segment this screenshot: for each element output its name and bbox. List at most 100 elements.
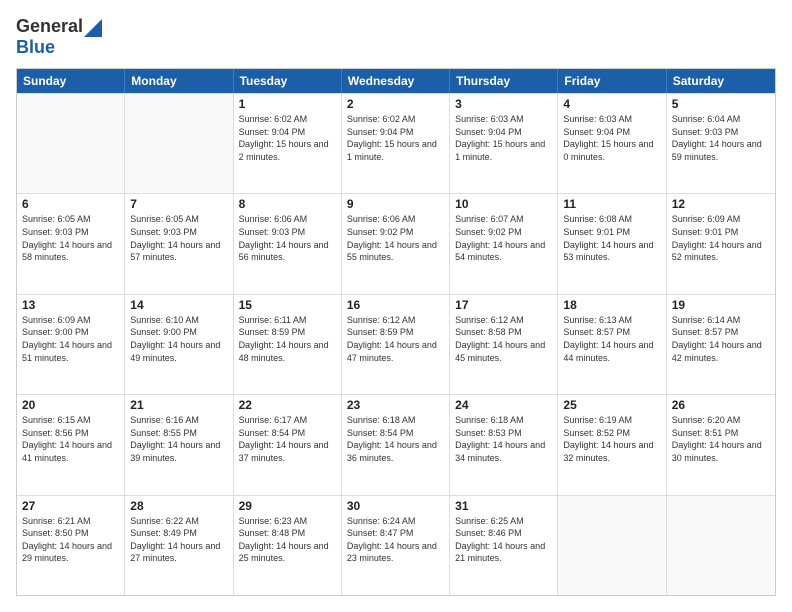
- day-number: 11: [563, 197, 660, 211]
- calendar-body: 1 Sunrise: 6:02 AM Sunset: 9:04 PM Daylig…: [17, 93, 775, 595]
- calendar-cell: [125, 94, 233, 193]
- header: General Blue: [16, 16, 776, 58]
- sun-info: Sunrise: 6:09 AM Sunset: 9:01 PM Dayligh…: [672, 213, 770, 263]
- calendar-cell: 17 Sunrise: 6:12 AM Sunset: 8:58 PM Dayli…: [450, 295, 558, 394]
- sun-info: Sunrise: 6:15 AM Sunset: 8:56 PM Dayligh…: [22, 414, 119, 464]
- calendar-cell: 18Sunrise: 6:13 AM Sunset: 8:57 PM Dayli…: [558, 295, 666, 394]
- day-number: 8: [239, 197, 336, 211]
- day-number: 4: [563, 97, 660, 111]
- calendar-header-cell: Tuesday: [234, 69, 342, 93]
- day-number: 3: [455, 97, 552, 111]
- calendar-cell: 30 Sunrise: 6:24 AM Sunset: 8:47 PM Dayli…: [342, 496, 450, 595]
- logo-general: General: [16, 16, 83, 36]
- calendar-cell: 15 Sunrise: 6:11 AM Sunset: 8:59 PM Dayli…: [234, 295, 342, 394]
- sun-info: Sunrise: 6:09 AM Sunset: 9:00 PM Dayligh…: [22, 314, 119, 364]
- sun-info: Sunrise: 6:11 AM Sunset: 8:59 PM Dayligh…: [239, 314, 336, 364]
- calendar-page: General Blue SundayMondayTuesdayWednesda…: [0, 0, 792, 612]
- sun-info: Sunrise: 6:03 AM Sunset: 9:04 PM Dayligh…: [563, 113, 660, 163]
- calendar-header-cell: Sunday: [17, 69, 125, 93]
- day-number: 28: [130, 499, 227, 513]
- sun-info: Sunrise: 6:06 AM Sunset: 9:03 PM Dayligh…: [239, 213, 336, 263]
- day-number: 25: [563, 398, 660, 412]
- calendar-header-row: SundayMondayTuesdayWednesdayThursdayFrid…: [17, 69, 775, 93]
- day-number: 27: [22, 499, 119, 513]
- calendar-cell: 28 Sunrise: 6:22 AM Sunset: 8:49 PM Dayli…: [125, 496, 233, 595]
- day-number: 15: [239, 298, 336, 312]
- logo-triangle-icon: [84, 19, 102, 37]
- sun-info: Sunrise: 6:02 AM Sunset: 9:04 PM Dayligh…: [347, 113, 444, 163]
- sun-info: Sunrise: 6:19 AM Sunset: 8:52 PM Dayligh…: [563, 414, 660, 464]
- calendar-header-cell: Thursday: [450, 69, 558, 93]
- day-number: 17: [455, 298, 552, 312]
- calendar-cell: 1 Sunrise: 6:02 AM Sunset: 9:04 PM Daylig…: [234, 94, 342, 193]
- day-number: 14: [130, 298, 227, 312]
- sun-info: Sunrise: 6:02 AM Sunset: 9:04 PM Dayligh…: [239, 113, 336, 163]
- day-number: 7: [130, 197, 227, 211]
- sun-info: Sunrise: 6:10 AM Sunset: 9:00 PM Dayligh…: [130, 314, 227, 364]
- day-number: 22: [239, 398, 336, 412]
- day-number: 1: [239, 97, 336, 111]
- calendar-cell: 24Sunrise: 6:18 AM Sunset: 8:53 PM Dayli…: [450, 395, 558, 494]
- sun-info: Sunrise: 6:05 AM Sunset: 9:03 PM Dayligh…: [22, 213, 119, 263]
- calendar-cell: 26 Sunrise: 6:20 AM Sunset: 8:51 PM Dayli…: [667, 395, 775, 494]
- day-number: 24: [455, 398, 552, 412]
- day-number: 6: [22, 197, 119, 211]
- calendar-cell: 31Sunrise: 6:25 AM Sunset: 8:46 PM Dayli…: [450, 496, 558, 595]
- sun-info: Sunrise: 6:25 AM Sunset: 8:46 PM Dayligh…: [455, 515, 552, 565]
- logo: General Blue: [16, 16, 103, 58]
- calendar-cell: 22 Sunrise: 6:17 AM Sunset: 8:54 PM Dayli…: [234, 395, 342, 494]
- calendar-cell: 27Sunrise: 6:21 AM Sunset: 8:50 PM Dayli…: [17, 496, 125, 595]
- calendar-cell: [17, 94, 125, 193]
- calendar-cell: 9Sunrise: 6:06 AM Sunset: 9:02 PM Daylig…: [342, 194, 450, 293]
- calendar-cell: 13 Sunrise: 6:09 AM Sunset: 9:00 PM Dayli…: [17, 295, 125, 394]
- sun-info: Sunrise: 6:23 AM Sunset: 8:48 PM Dayligh…: [239, 515, 336, 565]
- day-number: 20: [22, 398, 119, 412]
- sun-info: Sunrise: 6:05 AM Sunset: 9:03 PM Dayligh…: [130, 213, 227, 263]
- day-number: 2: [347, 97, 444, 111]
- day-number: 12: [672, 197, 770, 211]
- calendar-cell: 4 Sunrise: 6:03 AM Sunset: 9:04 PM Daylig…: [558, 94, 666, 193]
- day-number: 29: [239, 499, 336, 513]
- calendar-cell: 3 Sunrise: 6:03 AM Sunset: 9:04 PM Daylig…: [450, 94, 558, 193]
- calendar-week-row: 13 Sunrise: 6:09 AM Sunset: 9:00 PM Dayli…: [17, 294, 775, 394]
- calendar-cell: 25 Sunrise: 6:19 AM Sunset: 8:52 PM Dayli…: [558, 395, 666, 494]
- calendar-week-row: 1 Sunrise: 6:02 AM Sunset: 9:04 PM Daylig…: [17, 93, 775, 193]
- calendar-header-cell: Wednesday: [342, 69, 450, 93]
- calendar-week-row: 20 Sunrise: 6:15 AM Sunset: 8:56 PM Dayli…: [17, 394, 775, 494]
- calendar-cell: 16 Sunrise: 6:12 AM Sunset: 8:59 PM Dayli…: [342, 295, 450, 394]
- calendar-cell: 14 Sunrise: 6:10 AM Sunset: 9:00 PM Dayli…: [125, 295, 233, 394]
- sun-info: Sunrise: 6:04 AM Sunset: 9:03 PM Dayligh…: [672, 113, 770, 163]
- day-number: 26: [672, 398, 770, 412]
- day-number: 13: [22, 298, 119, 312]
- calendar-header-cell: Saturday: [667, 69, 775, 93]
- day-number: 30: [347, 499, 444, 513]
- calendar-cell: 7 Sunrise: 6:05 AM Sunset: 9:03 PM Daylig…: [125, 194, 233, 293]
- day-number: 16: [347, 298, 444, 312]
- day-number: 10: [455, 197, 552, 211]
- sun-info: Sunrise: 6:20 AM Sunset: 8:51 PM Dayligh…: [672, 414, 770, 464]
- calendar-header-cell: Friday: [558, 69, 666, 93]
- calendar-cell: 2 Sunrise: 6:02 AM Sunset: 9:04 PM Daylig…: [342, 94, 450, 193]
- sun-info: Sunrise: 6:08 AM Sunset: 9:01 PM Dayligh…: [563, 213, 660, 263]
- sun-info: Sunrise: 6:16 AM Sunset: 8:55 PM Dayligh…: [130, 414, 227, 464]
- sun-info: Sunrise: 6:17 AM Sunset: 8:54 PM Dayligh…: [239, 414, 336, 464]
- calendar-cell: 20 Sunrise: 6:15 AM Sunset: 8:56 PM Dayli…: [17, 395, 125, 494]
- day-number: 23: [347, 398, 444, 412]
- day-number: 5: [672, 97, 770, 111]
- sun-info: Sunrise: 6:06 AM Sunset: 9:02 PM Dayligh…: [347, 213, 444, 263]
- sun-info: Sunrise: 6:03 AM Sunset: 9:04 PM Dayligh…: [455, 113, 552, 163]
- sun-info: Sunrise: 6:12 AM Sunset: 8:58 PM Dayligh…: [455, 314, 552, 364]
- sun-info: Sunrise: 6:12 AM Sunset: 8:59 PM Dayligh…: [347, 314, 444, 364]
- calendar-cell: 23 Sunrise: 6:18 AM Sunset: 8:54 PM Dayli…: [342, 395, 450, 494]
- calendar-week-row: 27Sunrise: 6:21 AM Sunset: 8:50 PM Dayli…: [17, 495, 775, 595]
- calendar: SundayMondayTuesdayWednesdayThursdayFrid…: [16, 68, 776, 596]
- calendar-cell: 19Sunrise: 6:14 AM Sunset: 8:57 PM Dayli…: [667, 295, 775, 394]
- logo-blue: Blue: [16, 37, 55, 57]
- calendar-cell: 29 Sunrise: 6:23 AM Sunset: 8:48 PM Dayli…: [234, 496, 342, 595]
- sun-info: Sunrise: 6:24 AM Sunset: 8:47 PM Dayligh…: [347, 515, 444, 565]
- calendar-cell: [558, 496, 666, 595]
- sun-info: Sunrise: 6:22 AM Sunset: 8:49 PM Dayligh…: [130, 515, 227, 565]
- sun-info: Sunrise: 6:18 AM Sunset: 8:54 PM Dayligh…: [347, 414, 444, 464]
- sun-info: Sunrise: 6:14 AM Sunset: 8:57 PM Dayligh…: [672, 314, 770, 364]
- sun-info: Sunrise: 6:13 AM Sunset: 8:57 PM Dayligh…: [563, 314, 660, 364]
